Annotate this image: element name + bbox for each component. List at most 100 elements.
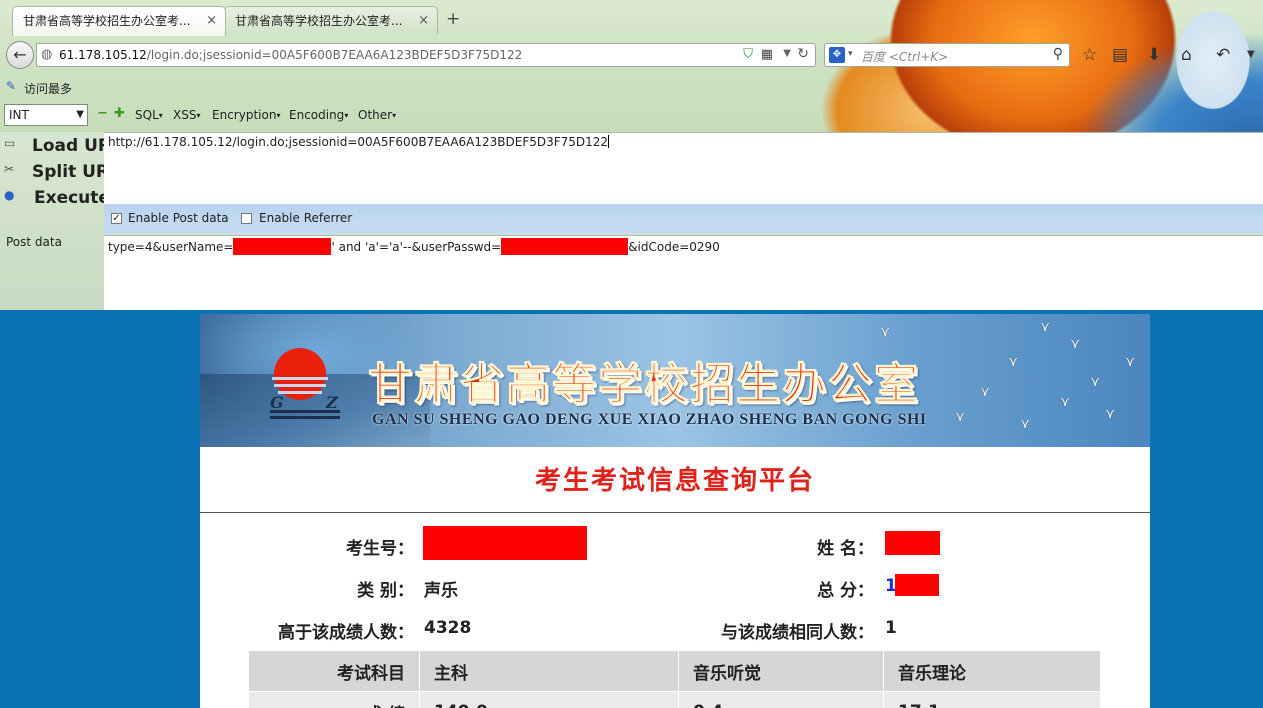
enable-referrer-label[interactable]: Enable Referrer bbox=[259, 211, 352, 225]
search-placeholder: 百度 <Ctrl+K> bbox=[861, 50, 949, 64]
higher-count-label: 高于该成绩人数： bbox=[278, 623, 414, 643]
search-icon[interactable]: ⚲ bbox=[1053, 46, 1063, 62]
security-shield-icon[interactable]: ⛉ bbox=[743, 47, 753, 62]
text-caret bbox=[608, 135, 610, 148]
reload-icon[interactable]: ↻ bbox=[797, 46, 809, 62]
tab-1[interactable]: 甘肃省高等学校招生办公室考... × bbox=[12, 6, 226, 36]
redacted-total-score bbox=[895, 574, 939, 596]
menu-encoding[interactable]: Encoding▾ bbox=[289, 108, 348, 122]
hackbar-toolbar: INT ▼ − ✚ SQL▾ XSS▾ Encryption▾ Encoding… bbox=[0, 104, 760, 128]
increase-icon[interactable]: ✚ bbox=[114, 106, 125, 121]
split-url-button[interactable]: ✂ Split URL bbox=[4, 162, 120, 182]
back-button[interactable]: ← bbox=[6, 41, 34, 69]
redacted-name bbox=[885, 531, 940, 555]
seagull-icon: ⋎ bbox=[1070, 336, 1081, 352]
seagull-icon: ⋎ bbox=[980, 384, 991, 400]
same-count-label: 与该成绩相同人数： bbox=[721, 623, 874, 643]
seagull-icon: ⋎ bbox=[1105, 406, 1116, 422]
seagull-icon: ⋎ bbox=[955, 409, 966, 425]
total-score-label: 总 分： bbox=[817, 581, 874, 601]
table-cell: 0.4 bbox=[678, 691, 884, 708]
tab-1-close-icon[interactable]: × bbox=[206, 7, 217, 35]
menu-dropdown-icon[interactable]: ▼ bbox=[1247, 49, 1255, 60]
hackbar-url-input[interactable]: http://61.178.105.12/login.do;jsessionid… bbox=[104, 132, 1263, 204]
execute-icon: ● bbox=[4, 188, 15, 202]
menu-encryption[interactable]: Encryption▾ bbox=[212, 108, 280, 122]
redacted-username bbox=[233, 238, 332, 255]
type-select-value: INT bbox=[9, 108, 29, 122]
url-text: 61.178.105.12/login.do;jsessionid=00A5F6… bbox=[59, 48, 523, 62]
seagull-icon: ⋎ bbox=[1090, 374, 1101, 390]
hackbar-url-value: http://61.178.105.12/login.do;jsessionid… bbox=[108, 135, 609, 149]
tab-1-label: 甘肃省高等学校招生办公室考... bbox=[23, 14, 191, 28]
page-content: G Z 甘肃省高等学校招生办公室 GAN SU SHENG GAO DENG X… bbox=[200, 314, 1150, 708]
load-url-button[interactable]: ▭ Load URL bbox=[4, 136, 122, 156]
bookmark-most-visited[interactable]: 访问最多 bbox=[24, 80, 72, 97]
site-logo: G Z bbox=[270, 348, 340, 419]
qr-code-icon[interactable]: ▦ bbox=[761, 47, 773, 62]
enable-post-checkbox[interactable]: ✓ bbox=[111, 213, 122, 224]
url-bar[interactable]: ◍ 61.178.105.12/login.do;jsessionid=00A5… bbox=[36, 43, 816, 67]
post-data-part2: ' and 'a'='a'--&userPasswd= bbox=[331, 240, 502, 254]
category-value: 声乐 bbox=[424, 581, 458, 601]
browser-chrome: 甘肃省高等学校招生办公室考... × 甘肃省高等学校招生办公室考... × + … bbox=[0, 0, 1263, 132]
search-bar[interactable]: ✥ ▾ 百度 <Ctrl+K> ⚲ bbox=[824, 43, 1070, 67]
bookmarks-list-icon[interactable]: ▤ bbox=[1112, 45, 1128, 65]
banner-title-en: GAN SU SHENG GAO DENG XUE XIAO ZHAO SHEN… bbox=[372, 411, 927, 428]
site-banner: G Z 甘肃省高等学校招生办公室 GAN SU SHENG GAO DENG X… bbox=[200, 314, 1150, 447]
redacted-exam-no bbox=[423, 526, 587, 560]
seagull-icon: ⋎ bbox=[1060, 394, 1071, 410]
seagull-icon: ⋎ bbox=[1040, 319, 1051, 335]
hackbar-panel: ▭ Load URL ✂ Split URL ● Execute Post data … bbox=[0, 132, 1263, 310]
seagull-icon: ⋎ bbox=[1008, 354, 1019, 370]
enable-post-label[interactable]: Enable Post data bbox=[128, 211, 229, 225]
table-cell: 17.1 bbox=[883, 691, 1101, 708]
search-engine-icon[interactable]: ✥ bbox=[829, 47, 845, 63]
table-header-cell: 主科 bbox=[419, 650, 679, 692]
category-label: 类 别： bbox=[357, 581, 414, 601]
globe-icon: ◍ bbox=[41, 47, 53, 62]
load-url-icon: ▭ bbox=[4, 136, 16, 150]
higher-count-value: 4328 bbox=[424, 618, 472, 638]
decrease-icon[interactable]: − bbox=[97, 106, 108, 121]
tab-2-close-icon[interactable]: × bbox=[418, 7, 429, 34]
svg-text:G: G bbox=[270, 393, 284, 412]
table-row: 成 绩 140.0 0.4 17.1 bbox=[248, 691, 1101, 708]
bookmark-folder-icon: ✎ bbox=[6, 79, 17, 93]
back-history-icon[interactable]: ↶ bbox=[1216, 45, 1230, 65]
hackbar-sidebar: ▭ Load URL ✂ Split URL ● Execute Post data bbox=[0, 132, 122, 310]
split-url-icon: ✂ bbox=[4, 162, 15, 176]
table-header-row: 考试科目 主科 音乐听觉 音乐理论 bbox=[248, 650, 1101, 692]
type-select[interactable]: INT ▼ bbox=[4, 104, 88, 126]
execute-button[interactable]: ● Execute bbox=[4, 188, 110, 208]
menu-sql[interactable]: SQL▾ bbox=[135, 108, 163, 122]
svg-text:Z: Z bbox=[325, 393, 339, 412]
post-data-part1: type=4&userName= bbox=[108, 240, 234, 254]
post-data-part3: &idCode=0290 bbox=[628, 240, 720, 254]
url-dropdown-icon[interactable]: ▼ bbox=[783, 48, 791, 59]
search-engine-dropdown-icon[interactable]: ▾ bbox=[848, 49, 853, 59]
navigation-bar: ← ◍ 61.178.105.12/login.do;jsessionid=00… bbox=[0, 37, 1263, 73]
home-icon[interactable]: ⌂ bbox=[1181, 45, 1192, 65]
seagull-icon: ⋎ bbox=[880, 324, 891, 340]
exam-no-label: 考生号： bbox=[346, 539, 414, 559]
table-cell: 140.0 bbox=[419, 691, 679, 708]
bookmark-star-icon[interactable]: ☆ bbox=[1082, 45, 1097, 65]
table-header-cell: 考试科目 bbox=[248, 650, 420, 692]
menu-xss[interactable]: XSS▾ bbox=[173, 108, 200, 122]
enable-referrer-checkbox[interactable] bbox=[241, 213, 252, 224]
download-icon[interactable]: ⬇ bbox=[1147, 45, 1161, 65]
score-table: 考试科目 主科 音乐听觉 音乐理论 成 绩 140.0 0.4 17.1 bbox=[248, 650, 1101, 708]
redacted-password bbox=[501, 238, 629, 255]
seagull-icon: ⋎ bbox=[1125, 354, 1136, 370]
table-header-cell: 音乐听觉 bbox=[678, 650, 884, 692]
hackbar-post-input[interactable]: type=4&userName= ' and 'a'='a'--&userPass… bbox=[104, 235, 1263, 310]
tab-2[interactable]: 甘肃省高等学校招生办公室考... × bbox=[224, 6, 438, 34]
hackbar-options-row: ✓ Enable Post data Enable Referrer bbox=[104, 204, 1263, 234]
chevron-down-icon: ▼ bbox=[76, 109, 84, 120]
new-tab-button[interactable]: + bbox=[446, 9, 460, 29]
table-header-cell: 音乐理论 bbox=[883, 650, 1101, 692]
menu-other[interactable]: Other▾ bbox=[358, 108, 396, 122]
banner-title-cn: 甘肃省高等学校招生办公室 bbox=[368, 359, 920, 411]
name-label: 姓 名： bbox=[817, 539, 874, 559]
